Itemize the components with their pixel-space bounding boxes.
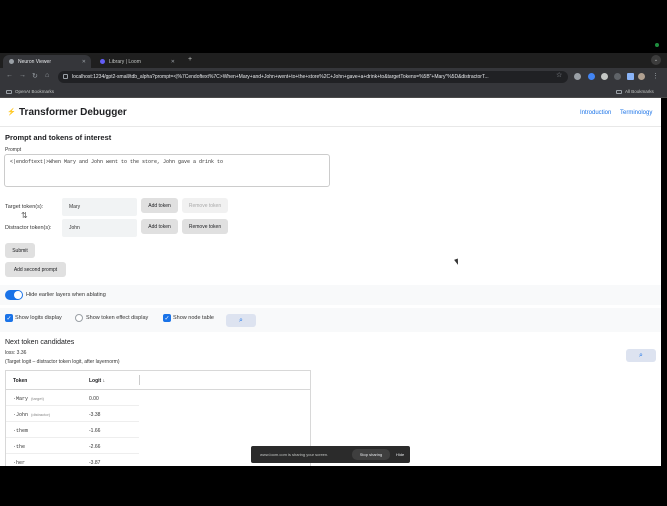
logit-cell: -3.38 [89, 412, 101, 418]
profile-avatar[interactable] [638, 73, 645, 80]
hide-earlier-layers-toggle[interactable] [5, 290, 23, 300]
show-logits-checkbox[interactable]: ✓ [5, 314, 13, 322]
table-header: Token Logit ↓ [6, 371, 310, 390]
url-text: localhost:1234/gpt2-small/tdb_alpha?prom… [72, 74, 489, 80]
site-info-icon[interactable] [63, 74, 68, 79]
recording-indicator [655, 43, 659, 47]
folder-icon [6, 89, 12, 94]
browser-tab-strip: Neuron Viewer ✕ Library | Loom ✕ + ⌄ [0, 53, 667, 68]
prompt-input[interactable]: <|endoftext|>When Mary and John went to … [4, 154, 330, 187]
browser-toolbar: ← → ↻ ⌂ localhost:1234/gpt2-small/tdb_al… [0, 68, 667, 86]
loss-value: loss: 3.36 [5, 350, 27, 356]
show-token-effect-label: Show token effect display [86, 315, 149, 321]
remove-distractor-token-button[interactable]: Remove token [182, 219, 228, 234]
bookmarks-bar: OpenAI Bookmarks All Bookmarks [0, 86, 667, 98]
column-header-logit[interactable]: Logit ↓ [89, 378, 105, 384]
show-logits-label: Show logits display [15, 315, 62, 321]
loom-favicon-icon [100, 59, 105, 64]
search-icon: ⌕ [239, 316, 243, 324]
folder-icon [616, 89, 622, 94]
tab-neuron-viewer[interactable]: Neuron Viewer ✕ [3, 55, 91, 68]
tab-label: Library | Loom [109, 58, 141, 65]
debugger-logo-icon: ⚡ [7, 109, 16, 116]
logit-cell: -3.87 [89, 460, 101, 466]
sharing-message: www.loom.com is sharing your screen. [260, 452, 329, 457]
close-tab-icon[interactable]: ✕ [82, 59, 86, 65]
candidates-title: Next token candidates [5, 339, 75, 346]
distractor-token-input[interactable]: John [62, 219, 137, 237]
home-icon[interactable]: ⌂ [45, 72, 49, 79]
bookmark-label: OpenAI Bookmarks [15, 89, 55, 94]
close-tab-icon[interactable]: ✕ [171, 59, 175, 65]
stop-sharing-button[interactable]: Stop sharing [352, 449, 390, 460]
bookmark-label: All Bookmarks [625, 89, 654, 94]
token-cell: ·the [13, 444, 26, 450]
tab-search-chevron-icon[interactable]: ⌄ [651, 55, 661, 65]
target-token-input[interactable]: Mary [62, 198, 137, 216]
logit-cell: -1.66 [89, 428, 101, 434]
prompt-label: Prompt [5, 147, 22, 153]
show-token-effect-checkbox[interactable] [75, 314, 83, 322]
search-icon: ⌕ [639, 351, 643, 359]
logit-cell: -2.66 [89, 444, 101, 450]
remove-target-token-button[interactable]: Remove token [182, 198, 228, 213]
tab-loom[interactable]: Library | Loom ✕ [94, 55, 180, 68]
candidates-search-button[interactable]: ⌕ [626, 349, 656, 362]
bookmark-star-icon[interactable]: ☆ [556, 71, 562, 79]
swap-tokens-icon[interactable]: ⇅ [21, 211, 28, 220]
table-row[interactable]: ·the -2.66 [6, 438, 139, 454]
column-separator [139, 375, 140, 385]
extension-icon[interactable] [574, 73, 581, 80]
tab-favicon-icon [9, 59, 14, 64]
hide-sharing-bar-button[interactable]: Hide [396, 452, 404, 457]
nav-terminology[interactable]: Terminology [620, 110, 652, 116]
show-node-table-label: Show node table [173, 315, 214, 321]
toggle-knob [14, 291, 22, 299]
token-cell: ·them [13, 428, 29, 434]
table-row[interactable]: ·Mary (target) 0.00 [6, 390, 139, 406]
extension-icon[interactable] [588, 73, 595, 80]
side-panel-icon[interactable] [627, 73, 634, 80]
extensions-puzzle-icon[interactable] [614, 73, 621, 80]
page-content: ⚡ Transformer Debugger Introduction Term… [0, 98, 661, 466]
add-target-token-button[interactable]: Add token [141, 198, 178, 213]
add-distractor-token-button[interactable]: Add token [141, 219, 178, 234]
app-header: ⚡ Transformer Debugger Introduction Term… [0, 98, 661, 127]
show-node-table-checkbox[interactable]: ✓ [163, 314, 171, 322]
token-cell: ·John (distractor) [13, 412, 51, 418]
tab-label: Neuron Viewer [18, 58, 51, 65]
extension-icon[interactable] [601, 73, 608, 80]
token-cell: ·Mary (target) [13, 396, 44, 402]
target-token-label: Target token(s): [5, 204, 44, 210]
candidates-subtitle: (Target logit – distractor token logit, … [5, 359, 120, 365]
hide-layers-label: Hide earlier layers when ablating [26, 292, 106, 298]
table-row[interactable]: ·John (distractor) -3.38 [6, 406, 139, 422]
new-tab-button[interactable]: + [188, 56, 192, 63]
distractor-token-label: Distractor token(s): [5, 225, 52, 231]
prompt-section-title: Prompt and tokens of interest [5, 133, 112, 142]
logit-cell: 0.00 [89, 396, 99, 402]
reload-icon[interactable]: ↻ [32, 72, 38, 80]
token-cell: ·her [13, 460, 26, 466]
table-row[interactable]: ·them -1.66 [6, 422, 139, 438]
table-row[interactable]: ·her -3.87 [6, 454, 139, 466]
nav-introduction[interactable]: Introduction [580, 110, 611, 116]
bookmark-folder-openai[interactable]: OpenAI Bookmarks [6, 89, 54, 94]
address-bar[interactable]: localhost:1234/gpt2-small/tdb_alpha?prom… [58, 71, 568, 83]
back-arrow-icon[interactable]: ← [6, 72, 13, 79]
column-header-token[interactable]: Token [13, 378, 27, 384]
app-title: Transformer Debugger [19, 107, 127, 118]
screen-sharing-bar: www.loom.com is sharing your screen. Sto… [251, 446, 410, 463]
browser-menu-icon[interactable]: ⋮ [652, 72, 659, 80]
all-bookmarks[interactable]: All Bookmarks [616, 89, 654, 94]
submit-button[interactable]: Submit [5, 243, 35, 258]
forward-arrow-icon[interactable]: → [19, 72, 26, 79]
search-button[interactable]: ⌕ [226, 314, 256, 327]
add-second-prompt-button[interactable]: Add second prompt [5, 262, 66, 277]
